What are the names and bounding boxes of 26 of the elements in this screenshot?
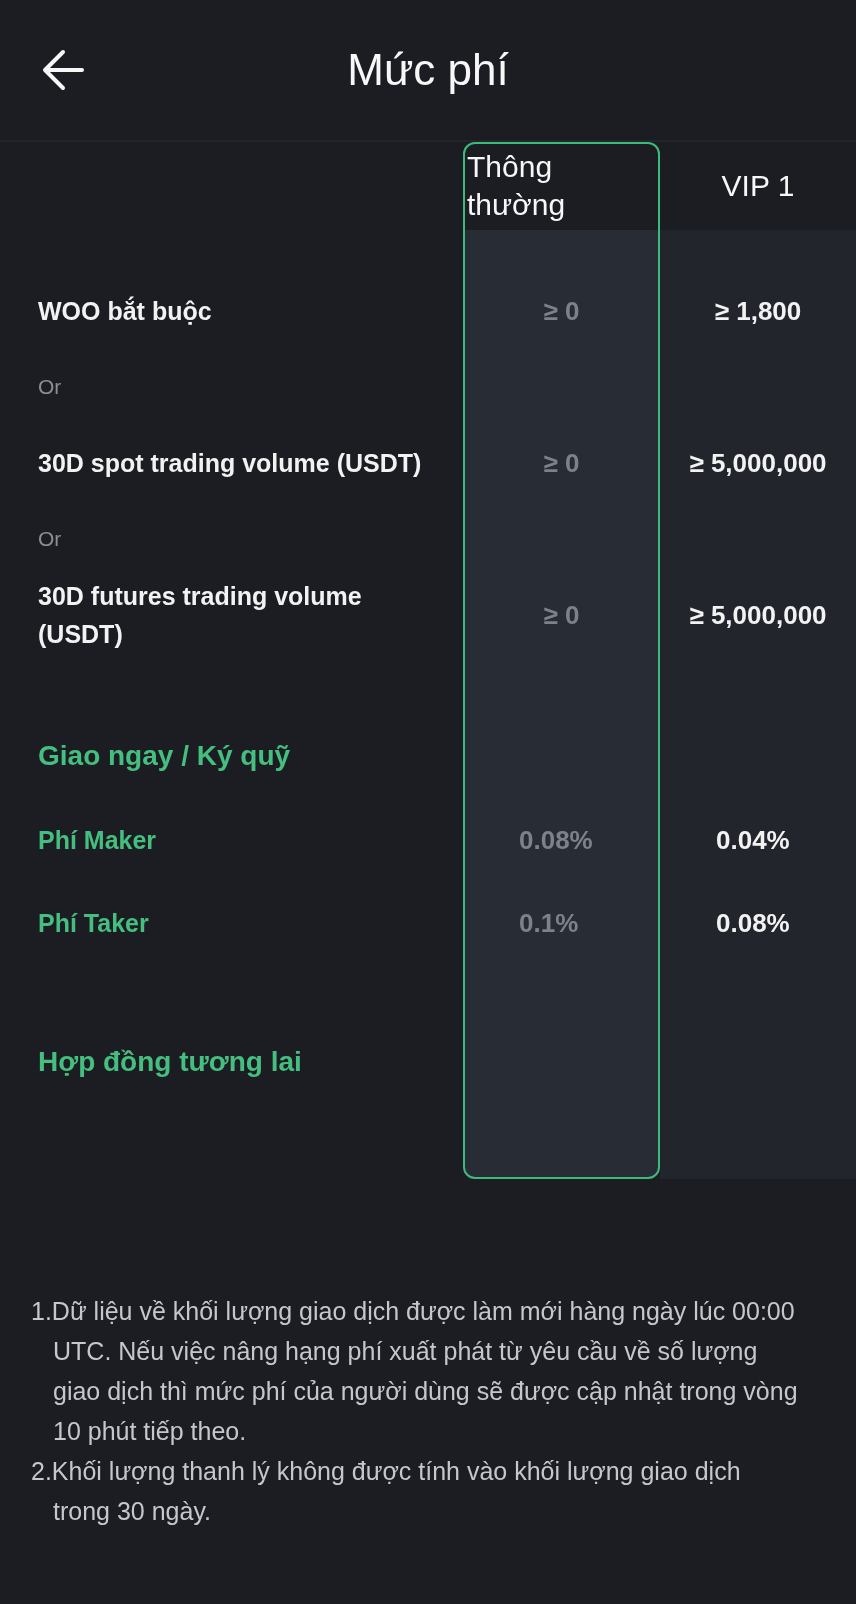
section-title: Giao ngay / Ký quỹ (38, 739, 291, 773)
table-cell-text: ≥ 5,000,000 (689, 447, 827, 480)
section-title: Hợp đồng tương lai (38, 1045, 302, 1079)
or-label: Or (38, 526, 62, 552)
back-button[interactable] (42, 49, 84, 91)
table-cell-text: ≥ 0 (543, 295, 580, 328)
column-header: Thông thường (466, 149, 567, 223)
table-cell-text: 0.08% (519, 823, 593, 857)
row-label: WOO bắt buộc (38, 295, 212, 327)
table-cell-text: ≥ 1,800 (714, 295, 802, 328)
table-cell-text: 0.08% (716, 906, 790, 940)
table-cell-text: 0.04% (716, 823, 790, 857)
table-cell-text: ≥ 0 (543, 599, 580, 632)
row-label: 30D spot trading volume (USDT) (38, 448, 422, 479)
footnote: 2.Khối lượng thanh lý không được tính vào khối lượng giao dịch trong 30 ngày. (31, 1456, 742, 1527)
table-cell-text: ≥ 5,000,000 (689, 599, 827, 632)
table-cell-text: ≥ 0 (543, 447, 580, 480)
or-label: Or (38, 374, 62, 400)
row-label: 30D futures trading volume (USDT) (38, 581, 363, 650)
table-cell-text: 0.1% (519, 906, 579, 940)
footnote: 1.Dữ liệu về khối lượng giao dịch được làm mới hàng ngày lúc 00:00 UTC. Nếu việc nâng hạng phí xuất phát từ yêu cầu về số lượng giao dịch thì mức phí của người dùng sẽ được cập nhật trong vòng 10 phút tiếp theo. (31, 1296, 799, 1447)
fee-label: Phí Maker (38, 824, 157, 856)
column-header: VIP 1 (721, 168, 795, 204)
fee-label: Phí Taker (38, 907, 149, 939)
page-title: Mức phí (346, 45, 510, 95)
back-arrow-icon (42, 49, 84, 91)
